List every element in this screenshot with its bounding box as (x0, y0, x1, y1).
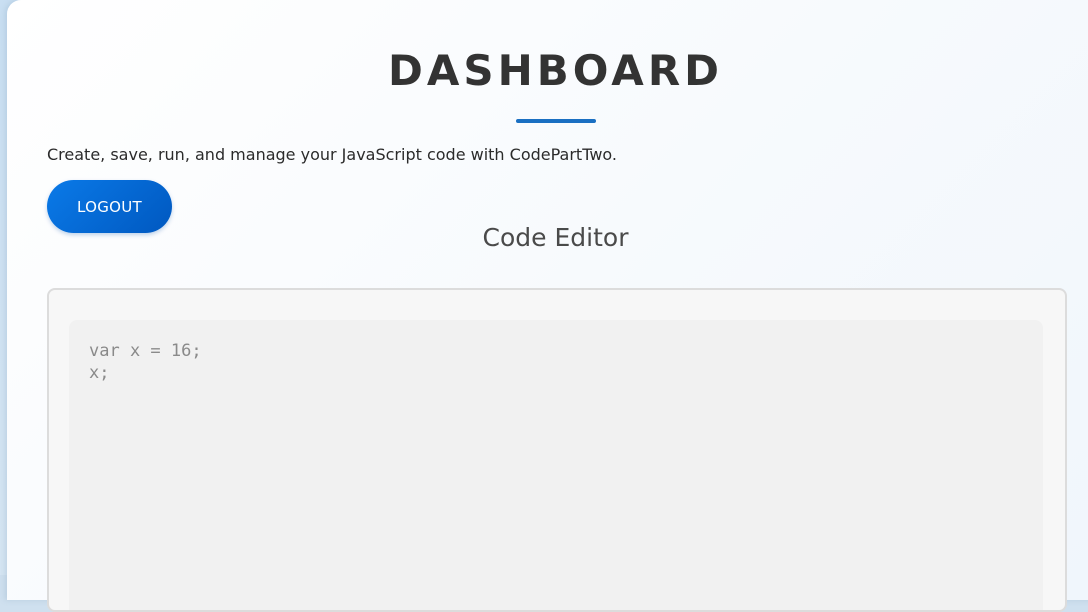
code-editor-frame: var x = 16; x; (47, 288, 1067, 612)
code-editor-input[interactable]: var x = 16; x; (69, 320, 1043, 610)
code-line: var x = 16; (89, 341, 202, 361)
code-line: x; (89, 363, 110, 383)
page-title: DASHBOARD (387, 46, 724, 95)
code-editor-title: Code Editor (482, 223, 629, 252)
dashboard-container: DASHBOARD Create, save, run, and manage … (7, 0, 1088, 612)
title-underline (516, 119, 596, 123)
page-description: Create, save, run, and manage your JavaS… (47, 145, 618, 164)
